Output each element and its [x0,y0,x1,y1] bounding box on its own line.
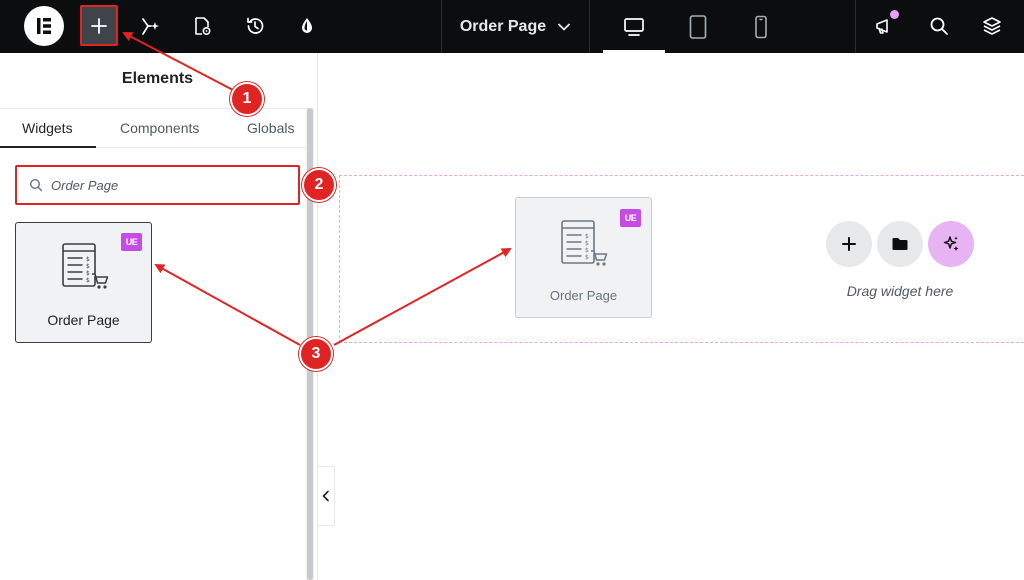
plus-icon [842,237,856,251]
structure-button[interactable] [974,8,1010,44]
add-element-button[interactable] [80,5,118,46]
ai-generate-button[interactable] [928,221,974,267]
droplet-icon [302,18,312,33]
add-section-button[interactable] [826,221,872,267]
page-title-dropdown[interactable]: Order Page [441,0,589,53]
top-bar: Order Page [0,0,1024,53]
svg-text:$: $ [585,233,589,240]
pro-badge: UE [620,209,641,227]
search-input[interactable] [51,177,271,193]
site-settings-button[interactable] [289,8,325,44]
drop-zone[interactable] [339,175,1024,343]
panel-tabs: Widgets Components Globals [0,108,310,148]
svg-text:$: $ [585,240,589,247]
finder-button[interactable] [921,8,957,44]
notification-dot [890,10,899,19]
order-page-icon: $ $ $ $ [62,243,109,289]
tab-components[interactable]: Components [120,109,199,149]
folder-icon [892,238,908,250]
svg-text:$: $ [86,263,90,270]
elementor-logo-icon[interactable] [24,6,64,46]
add-template-button[interactable] [877,221,923,267]
tab-widgets[interactable]: Widgets [22,109,73,149]
order-page-widget[interactable]: $ $ $ $ UE Order Page [15,222,152,343]
panel-title: Elements [121,70,194,87]
history-icon [247,17,264,34]
branch-sparkle-icon [142,18,159,35]
sparkles-icon [943,236,959,251]
svg-text:$: $ [86,277,90,284]
svg-text:$: $ [585,254,589,261]
mobile-view-button[interactable] [730,0,792,53]
tablet-view-button[interactable] [667,0,729,53]
plus-icon [91,17,107,34]
elements-panel: Elements Widgets Components Globals $ $ … [0,53,318,580]
drag-widget-hint: Drag widget here [846,283,954,299]
widget-label: Order Page [47,312,120,328]
step-marker-2: 2 [302,168,336,202]
topbar-divider [855,0,856,53]
order-page-icon: $ $ $ $ [561,220,608,266]
step-marker-3: 3 [299,337,333,371]
search-icon [29,178,43,192]
desktop-icon [624,17,644,36]
history-button[interactable] [237,8,273,44]
search-box [15,165,300,205]
step-marker-1: 1 [230,82,264,116]
chevron-left-icon [322,490,329,502]
active-tab-indicator [0,146,96,148]
mobile-icon [755,15,767,38]
widget-label: Order Page [549,288,618,303]
page-title: Order Page [459,17,547,35]
page-settings-button[interactable] [184,8,220,44]
order-page-widget-preview[interactable]: $ $ $ $ UE Order Page [515,197,652,318]
svg-text:$: $ [86,256,90,263]
chevron-down-icon [558,23,571,30]
search-icon [930,17,948,35]
tab-globals[interactable]: Globals [247,109,294,149]
svg-text:$: $ [86,270,90,277]
document-gear-icon [195,17,211,36]
topbar-divider [589,0,590,53]
svg-text:$: $ [585,247,589,254]
pro-badge: UE [121,233,142,251]
ai-site-planner-button[interactable] [132,8,168,44]
desktop-view-button[interactable] [603,0,665,53]
collapse-panel-button[interactable] [318,466,335,526]
layers-icon [983,17,1001,35]
tablet-icon [689,14,707,39]
